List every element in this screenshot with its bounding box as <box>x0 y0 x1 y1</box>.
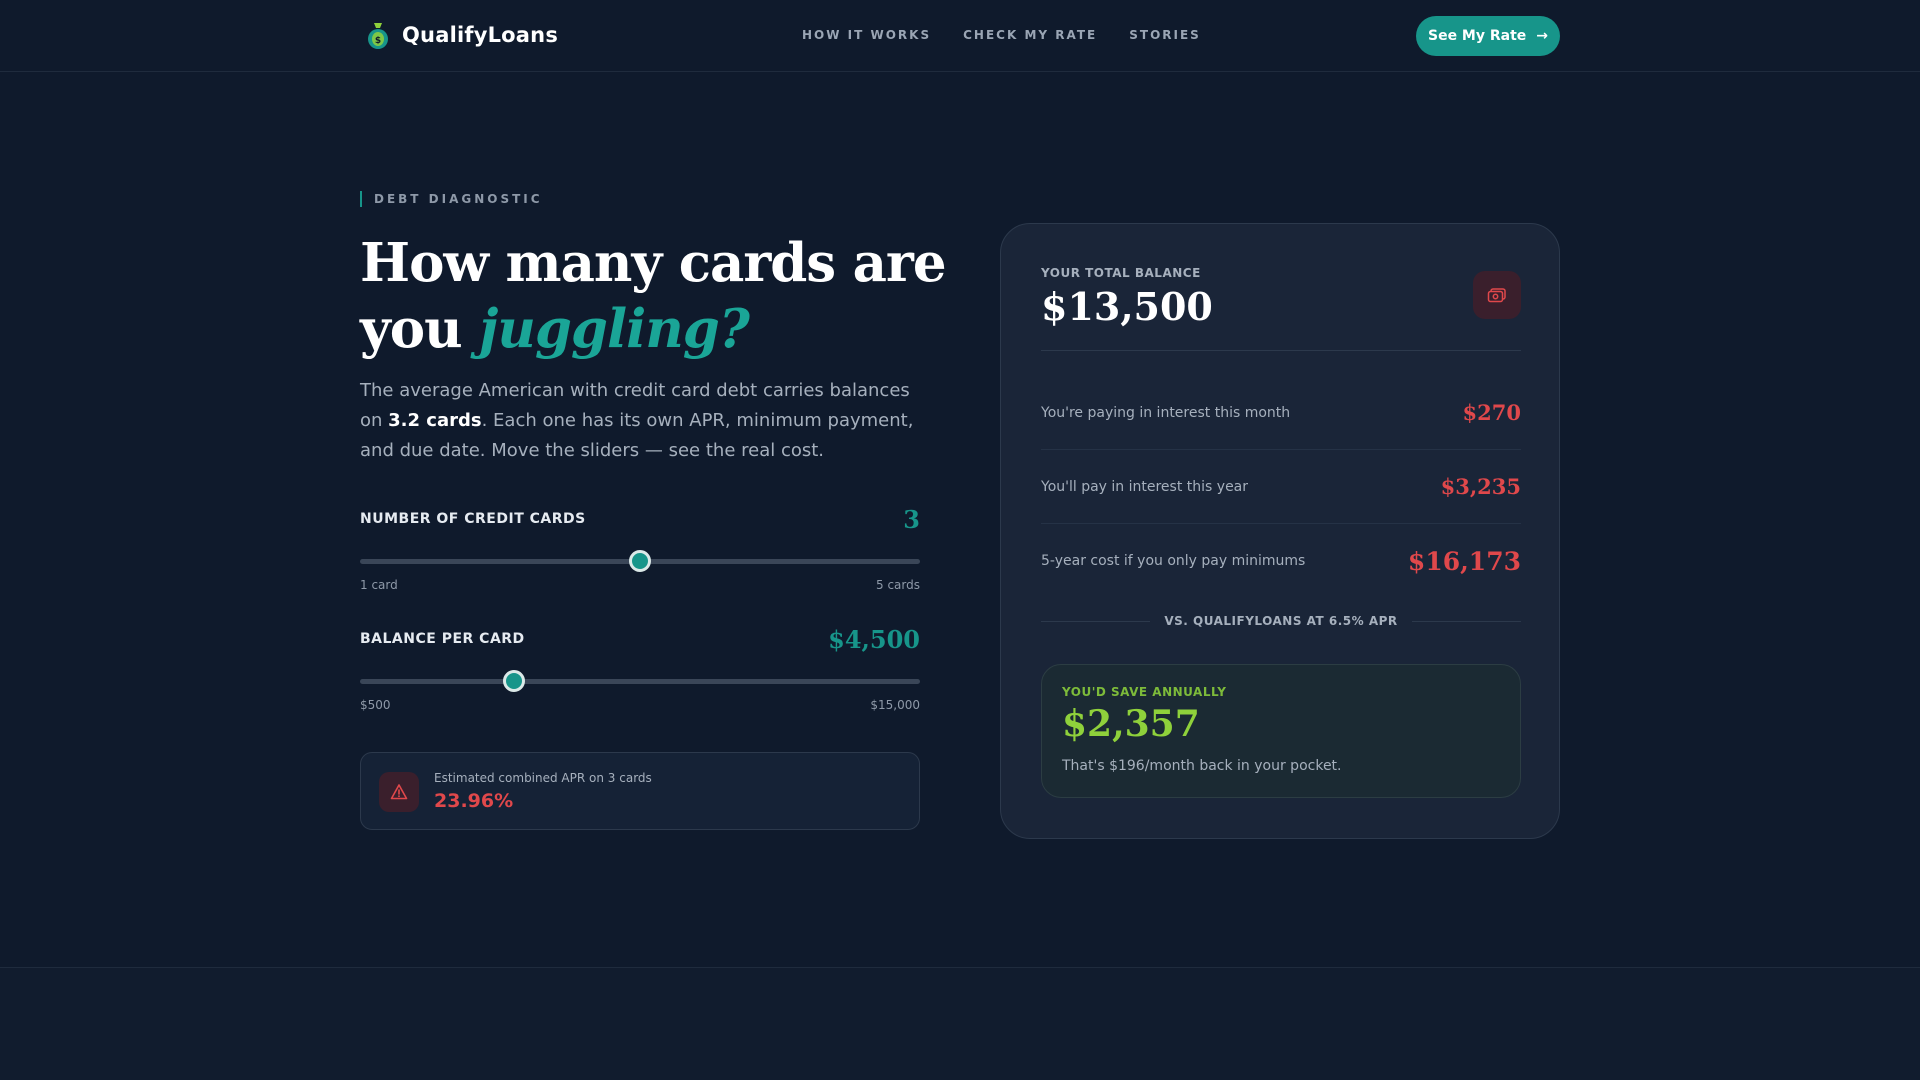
lead-paragraph: The average American with credit card de… <box>360 376 930 466</box>
apr-value: 23.96% <box>434 790 514 812</box>
divider-line-left <box>1041 620 1151 622</box>
title-line-2: you <box>360 298 480 360</box>
arrow-right-icon: → <box>1536 28 1549 44</box>
apr-estimate-box: Estimated combined APR on 3 cards 23.96% <box>360 752 920 830</box>
comparison-divider: VS. QUALIFYLOANS AT 6.5% APR <box>1041 611 1521 631</box>
nav-links: HOW IT WORKS CHECK MY RATE STORIES <box>802 28 1201 42</box>
balance-slider-min: $500 <box>360 698 391 712</box>
savings-value: $2,357 <box>1062 703 1200 745</box>
interest-year-value: $3,235 <box>1440 474 1521 499</box>
balance-slider-thumb[interactable] <box>503 670 526 692</box>
balance-slider-track[interactable] <box>360 670 920 692</box>
interest-month-value: $270 <box>1462 400 1521 425</box>
interest-month-row: You're paying in interest this month $27… <box>1041 376 1521 450</box>
brand-name: QualifyLoans <box>402 23 559 47</box>
five-year-cost-row: 5-year cost if you only pay minimums $16… <box>1041 524 1521 598</box>
title-line-1: How many cards are <box>360 232 947 294</box>
apr-caption: Estimated combined APR on 3 cards <box>434 771 652 785</box>
balance-slider-label: BALANCE PER CARD <box>360 631 525 647</box>
total-balance-value: $13,500 <box>1041 284 1213 329</box>
divider-line-right <box>1411 620 1521 622</box>
five-year-cost-value: $16,173 <box>1407 546 1521 576</box>
money-bag-icon: $ <box>368 23 388 49</box>
lead-highlight: 3.2 cards <box>388 410 482 431</box>
nav-link-stories[interactable]: STORIES <box>1129 28 1201 42</box>
cards-slider-label: NUMBER OF CREDIT CARDS <box>360 511 586 527</box>
cash-icon <box>1473 271 1521 319</box>
see-my-rate-button[interactable]: See My Rate → <box>1416 16 1560 56</box>
see-my-rate-label: See My Rate <box>1427 28 1527 44</box>
brand-logo[interactable]: $ QualifyLoans <box>366 20 558 50</box>
cards-slider-group: NUMBER OF CREDIT CARDS 3 1 card 5 cards <box>360 504 920 592</box>
svg-text:$: $ <box>375 36 381 46</box>
top-nav: $ QualifyLoans HOW IT WORKS CHECK MY RAT… <box>0 0 1920 72</box>
footer-band <box>0 967 1920 1080</box>
interest-year-row: You'll pay in interest this year $3,235 <box>1041 450 1521 524</box>
comparison-label: VS. QUALIFYLOANS AT 6.5% APR <box>1164 614 1398 628</box>
warning-icon <box>379 772 419 812</box>
card-divider <box>1041 350 1521 351</box>
savings-box: YOU'D SAVE ANNUALLY $2,357 That's $196/m… <box>1041 664 1521 798</box>
cards-slider-value: 3 <box>903 504 920 534</box>
cards-slider-max: 5 cards <box>876 578 920 592</box>
balance-slider-group: BALANCE PER CARD $4,500 $500 $15,000 <box>360 624 920 712</box>
total-balance-caption: YOUR TOTAL BALANCE <box>1041 266 1201 280</box>
section-eyebrow: DEBT DIAGNOSTIC <box>360 191 543 207</box>
nav-link-check-my-rate[interactable]: CHECK MY RATE <box>963 28 1097 42</box>
cards-slider-track[interactable] <box>360 550 920 572</box>
cards-slider-thumb[interactable] <box>629 550 651 572</box>
title-accent: juggling? <box>479 298 750 360</box>
interest-month-label: You're paying in interest this month <box>1041 404 1291 421</box>
savings-subtext: That's $196/month back in your pocket. <box>1062 758 1342 774</box>
cards-slider-min: 1 card <box>360 578 398 592</box>
savings-caption: YOU'D SAVE ANNUALLY <box>1062 685 1227 699</box>
interest-year-label: You'll pay in interest this year <box>1041 478 1249 495</box>
five-year-cost-label: 5-year cost if you only pay minimums <box>1041 553 1306 569</box>
balance-slider-value: $4,500 <box>828 624 920 654</box>
balance-slider-max: $15,000 <box>870 698 920 712</box>
cost-summary-card: YOUR TOTAL BALANCE $13,500 You're paying… <box>1000 223 1560 839</box>
page-title: How many cards are you juggling? <box>360 230 960 362</box>
nav-link-how-it-works[interactable]: HOW IT WORKS <box>802 28 931 42</box>
